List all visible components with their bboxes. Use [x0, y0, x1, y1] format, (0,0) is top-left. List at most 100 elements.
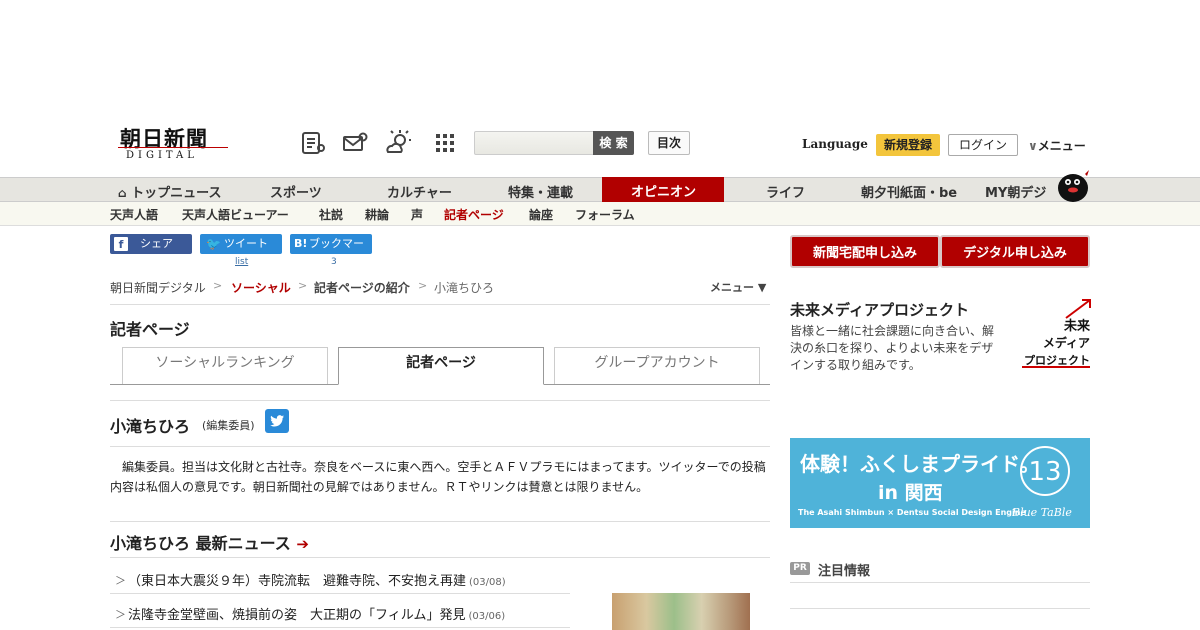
ad-credit: The Asahi Shimbun × Dentsu Social Design…	[798, 508, 1026, 517]
chevron-right-icon: ＞	[115, 608, 126, 621]
breadcrumb-item[interactable]: ソーシャル	[231, 279, 291, 296]
breadcrumb-separator: >	[298, 279, 308, 292]
search-input[interactable]	[474, 131, 594, 155]
twitter-icon[interactable]	[265, 409, 289, 433]
twitter-share-button[interactable]: 🐦 ツイート	[200, 234, 282, 254]
nav-item-opinion[interactable]: オピニオン	[602, 177, 724, 202]
svg-text:メディア: メディア	[1043, 335, 1090, 350]
nav-item-label: トップニュース	[131, 186, 222, 201]
breadcrumb-menu[interactable]: メニュー ▼	[710, 279, 766, 295]
nav-item-top[interactable]: ⌂ トップニュース	[118, 182, 221, 201]
subnav-item[interactable]: 天声人語	[110, 206, 158, 223]
arrow-right-icon: ➔	[296, 535, 309, 553]
subnav-item[interactable]: 社説	[319, 206, 343, 223]
nav-item-my[interactable]: MY朝デジ	[985, 182, 1046, 201]
hatena-icon: B!	[294, 237, 308, 250]
mascot-icon	[1058, 170, 1089, 202]
nav-item-paper[interactable]: 朝夕刊紙面・be	[861, 182, 957, 201]
facebook-share-button[interactable]: f シェア	[110, 234, 192, 254]
subnav-item[interactable]: 論座	[529, 206, 553, 223]
hatena-bookmark-button[interactable]: B! ブックマーク	[290, 234, 372, 270]
login-button[interactable]: ログイン	[948, 134, 1018, 156]
svg-text:未来: 未来	[1063, 318, 1091, 334]
language-link[interactable]: Language	[802, 137, 868, 151]
toc-button[interactable]: 目次	[648, 131, 690, 155]
divider	[110, 446, 770, 447]
divider	[110, 521, 770, 522]
reporter-name: 小滝ちひろ	[110, 417, 191, 436]
future-media-title[interactable]: 未来メディアプロジェクト	[790, 299, 969, 320]
news-title[interactable]: （東日本大震災９年）寺院流転 避難寺院、不安抱え再建	[128, 574, 466, 589]
sub-nav: 天声人語 天声人語ビューアー 社説 耕論 声 記者ページ 論座 フォーラム	[0, 202, 1200, 226]
weather-icon[interactable]	[385, 130, 411, 156]
chevron-right-icon: ＞	[115, 574, 126, 587]
divider	[790, 608, 1090, 609]
subnav-item[interactable]: 声	[411, 206, 423, 223]
chevron-down-icon: ∨	[1028, 139, 1038, 153]
grid-icon[interactable]	[432, 130, 458, 156]
svg-text:プロジェクト: プロジェクト	[1024, 353, 1090, 367]
home-icon: ⌂	[118, 186, 127, 200]
twitter-icon: 🐦	[206, 237, 221, 251]
future-media-logo[interactable]: 未来 メディア プロジェクト	[1020, 298, 1092, 370]
tab-reporter-page[interactable]: 記者ページ	[338, 347, 544, 385]
nav-item-opinion-label: オピニオン	[631, 185, 697, 200]
subnav-item-active[interactable]: 記者ページ	[444, 206, 504, 223]
paper-subscribe-button[interactable]: 新聞宅配申し込み	[790, 235, 940, 268]
logo-divider	[118, 147, 228, 148]
subnav-item[interactable]: 耕論	[365, 206, 389, 223]
ad-subtitle: in 関西	[878, 482, 943, 504]
page-title: 記者ページ	[110, 320, 190, 339]
nav-item-sports[interactable]: スポーツ	[270, 182, 322, 201]
latest-news-heading[interactable]: 小滝ちひろ 最新ニュース ➔	[110, 530, 309, 554]
ad-brand: Blue TaBle	[1012, 506, 1072, 519]
breadcrumb-item[interactable]: 記者ページの紹介	[314, 279, 410, 296]
news-thumbnail[interactable]	[612, 593, 750, 630]
breadcrumb-separator: >	[213, 279, 223, 292]
ad-banner[interactable]: 体験！ふくしまプライド。 in 関西 13 The Asahi Shimbun …	[790, 438, 1090, 528]
logo-title[interactable]: 朝日新聞	[120, 123, 208, 153]
breadcrumb-item[interactable]: 朝日新聞デジタル	[110, 279, 206, 296]
hatena-label: ブックマーク	[309, 237, 364, 270]
tab-social-ranking[interactable]: ソーシャルランキング	[122, 347, 328, 384]
subnav-item[interactable]: フォーラム	[575, 206, 635, 223]
reporter-bio: 編集委員。担当は文化財と古社寺。奈良をベースに東へ西へ。空手とＡＦＶプラモにはま…	[110, 460, 766, 494]
pr-heading: 注目情報	[818, 564, 871, 579]
svg-text:13: 13	[1028, 457, 1061, 487]
logo-subtitle[interactable]: DIGITAL	[126, 150, 198, 161]
tab-group-account[interactable]: グループアカウント	[554, 347, 760, 384]
menu-button[interactable]: ∨メニュー	[1028, 137, 1086, 154]
subnav-item[interactable]: 天声人語ビューアー	[182, 206, 289, 223]
list-item[interactable]: ＞ （東日本大震災９年）寺院流転 避難寺院、不安抱え再建 (03/08)	[110, 563, 570, 594]
search-button[interactable]: 検 索	[593, 131, 634, 155]
news-date: (03/08)	[469, 577, 506, 588]
ad-title: 体験！ふくしまプライド。	[800, 452, 1040, 476]
hatena-count[interactable]: 3	[331, 257, 337, 267]
register-button[interactable]: 新規登録	[876, 134, 940, 156]
mail-icon[interactable]	[342, 130, 368, 156]
divider	[790, 582, 1090, 583]
breadcrumb-current: 小滝ちひろ	[434, 281, 495, 295]
facebook-share-label: シェア	[140, 237, 173, 250]
divider	[110, 304, 770, 305]
nav-item-culture[interactable]: カルチャー	[387, 182, 452, 201]
facebook-icon: f	[114, 237, 128, 251]
breadcrumb-separator: >	[418, 279, 428, 292]
paper-list-icon[interactable]	[300, 130, 326, 156]
future-media-text: 皆様と一緒に社会課題に向き合い、解決の糸口を探り、よりよい未来をデザインする取り…	[790, 324, 995, 372]
main-nav: ⌂ トップニュース スポーツ カルチャー 特集・連載 ライフ 朝夕刊紙面・be …	[0, 177, 1200, 202]
list-item[interactable]: ＞ 法隆寺金堂壁画、焼損前の姿 大正期の「フィルム」発見 (03/06)	[110, 597, 570, 628]
ad-logo-icon: 13	[1020, 446, 1070, 496]
nav-item-life[interactable]: ライフ	[766, 182, 805, 201]
reporter-role: (編集委員)	[202, 419, 255, 432]
latest-news-title: 小滝ちひろ 最新ニュース	[110, 534, 291, 553]
nav-item-features[interactable]: 特集・連載	[508, 182, 573, 201]
divider	[110, 400, 770, 401]
news-title[interactable]: 法隆寺金堂壁画、焼損前の姿 大正期の「フィルム」発見	[128, 608, 465, 623]
pr-badge: PR	[790, 562, 810, 575]
news-date: (03/06)	[468, 611, 506, 622]
digital-subscribe-button[interactable]: デジタル申し込み	[940, 235, 1090, 268]
menu-label: メニュー	[1037, 139, 1086, 153]
twitter-share-label: ツイート	[224, 237, 268, 250]
twitter-count[interactable]: list	[235, 257, 248, 267]
